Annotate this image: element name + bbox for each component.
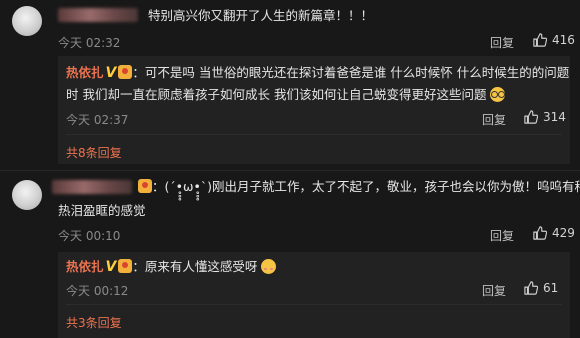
glasses-emoji-icon (490, 87, 506, 102)
avatar[interactable] (12, 180, 42, 210)
view-more-replies-link[interactable]: 共8条回复 (66, 144, 122, 161)
commenter-name-blurred[interactable] (52, 180, 132, 194)
like-count: 429 (552, 226, 575, 240)
like-count: 314 (543, 110, 566, 124)
like-count: 61 (543, 281, 559, 295)
verified-badge-icon: V (105, 259, 117, 275)
medal-icon (138, 179, 152, 193)
blush-emoji-icon (261, 259, 277, 274)
medal-icon (118, 259, 133, 273)
reply-box: 热依扎 V ：可不是吗 当世俗的眼光还在探讨着爸爸是谁 什么时候怀 什么时候生的的问… (58, 56, 570, 164)
like-count: 416 (552, 33, 575, 47)
comment-text: 特别高兴你又翻开了人生的新篇章！！！ (148, 8, 374, 23)
reply-text-line-2: 时 我们却一直在顾虑着孩子如何成长 我们该如何让自己蜕变得更好这些问题 (66, 87, 487, 102)
avatar[interactable] (12, 6, 42, 36)
reply-reply-button[interactable]: 回复 (482, 282, 506, 299)
divider (66, 134, 562, 135)
reply-author-link[interactable]: 热依扎 (66, 259, 104, 274)
comment-time: 今天 00:10 (58, 229, 121, 243)
reply-text: ：原来有人懂这感受呀 (132, 259, 258, 274)
verified-badge-icon: V (105, 65, 117, 81)
reply-author-link[interactable]: 热依扎 (66, 65, 104, 80)
commenter-name-blurred[interactable] (58, 8, 138, 22)
thumbs-up-icon (524, 281, 538, 295)
like-button[interactable]: 416 (533, 33, 575, 47)
thumbs-up-icon (533, 33, 547, 47)
comment-time: 今天 02:32 (58, 36, 121, 50)
reply-line-1: 热依扎 V ：可不是吗 当世俗的眼光还在探讨着爸爸是谁 什么时候怀 什么时候生的的问… (66, 62, 569, 84)
comment-text-line-2: 热泪盈眶的感觉 (58, 203, 146, 218)
reply-like-button[interactable]: 314 (524, 110, 566, 124)
reply-like-button[interactable]: 61 (524, 281, 558, 295)
comment-line-1: ：(´•̥̥̥ω•̥̥̥`)刚出月子就工作，太了不起了，敬业，孩子也会以你为傲！… (136, 176, 580, 198)
like-button[interactable]: 429 (533, 226, 575, 240)
comment-text-line-1: ：(´•̥̥̥ω•̥̥̥`)刚出月子就工作，太了不起了，敬业，孩子也会以你为傲！… (152, 179, 580, 194)
reply-time: 今天 02:37 (66, 113, 129, 127)
reply-box: 热依扎 V ：原来有人懂这感受呀 今天 00:12 回复 61 共3条回复 (58, 252, 570, 338)
reply-reply-button[interactable]: 回复 (482, 111, 506, 128)
comment-1: 特别高兴你又翻开了人生的新篇章！！！ 今天 02:32 回复 416 热依扎 V ：… (0, 0, 580, 165)
medal-icon (118, 65, 133, 79)
reply-text-line-1: ：可不是吗 当世俗的眼光还在探讨着爸爸是谁 什么时候怀 什么时候生的的问题 (132, 65, 570, 80)
reply-time: 今天 00:12 (66, 284, 129, 298)
reply-button[interactable]: 回复 (490, 34, 514, 51)
thumbs-up-icon (533, 226, 547, 240)
thumbs-up-icon (524, 110, 538, 124)
reply-button[interactable]: 回复 (490, 227, 514, 244)
divider (66, 304, 562, 305)
reply-line-1: 热依扎 V ：原来有人懂这感受呀 (66, 256, 277, 278)
comment-divider (0, 170, 580, 171)
view-more-replies-link[interactable]: 共3条回复 (66, 314, 122, 331)
reply-line-2: 时 我们却一直在顾虑着孩子如何成长 我们该如何让自己蜕变得更好这些问题 (66, 84, 506, 106)
comment-2: ：(´•̥̥̥ω•̥̥̥`)刚出月子就工作，太了不起了，敬业，孩子也会以你为傲！… (0, 172, 580, 338)
